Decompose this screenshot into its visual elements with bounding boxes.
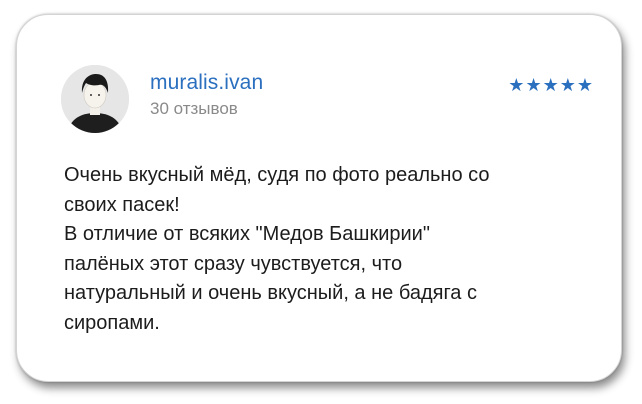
review-text: Очень вкусный мёд, судя по фото реально …	[64, 161, 594, 338]
review-text-line: палёных этот сразу чувствуется, что	[64, 252, 403, 275]
review-text-line: Очень вкусный мёд, судя по фото реально …	[64, 164, 490, 186]
review-text-line: натуральный и очень вкусный, а не бадяга…	[64, 282, 477, 304]
star-icon: ★	[542, 75, 559, 96]
author-name[interactable]: muralis.ivan	[150, 71, 263, 95]
screenshot-canvas: muralis.ivan 30 отзывов ★ ★ ★ ★ ★ Очень вкус…	[0, 0, 642, 404]
review-count: 30 отзывов	[150, 99, 238, 118]
review-text-line: сиропами.	[64, 311, 160, 334]
review-text-line: своих пасек!	[64, 193, 180, 216]
review-card: muralis.ivan 30 отзывов ★ ★ ★ ★ ★ Очень вкус…	[16, 14, 622, 382]
user-avatar-icon[interactable]	[61, 65, 129, 133]
star-icon: ★	[508, 75, 525, 96]
star-icon: ★	[576, 75, 593, 96]
star-icon: ★	[525, 75, 542, 96]
review-text-line: В отличие от всяких "Медов Башкирии"	[64, 223, 430, 245]
star-icon: ★	[559, 75, 576, 96]
star-rating: ★ ★ ★ ★ ★	[508, 77, 593, 95]
